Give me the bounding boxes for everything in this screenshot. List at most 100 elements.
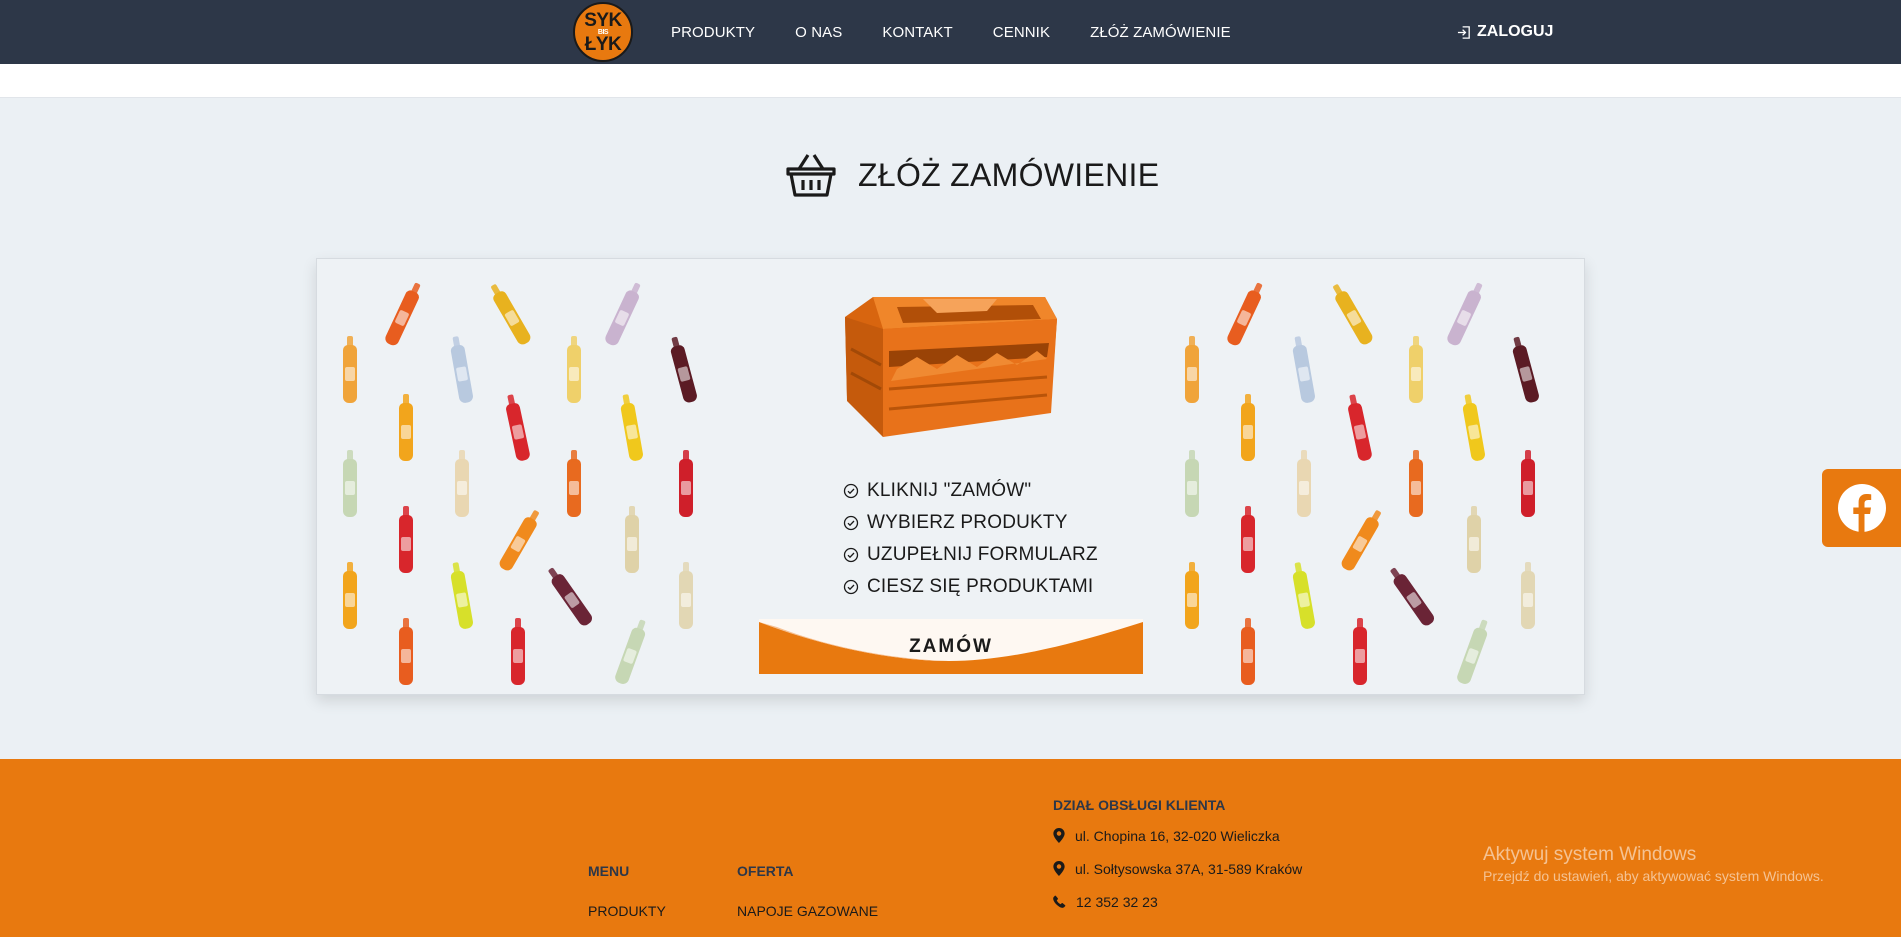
footer-link-produkty[interactable]: PRODUKTY (588, 903, 666, 919)
bottle-image (1225, 288, 1263, 348)
login-label: ZALOGUJ (1477, 23, 1554, 40)
bottle-image (1241, 618, 1255, 685)
bottle-image (1339, 515, 1381, 573)
nav-link-kontakt[interactable]: KONTAKT (882, 24, 952, 41)
watermark-line-1: Aktywuj system Windows (1483, 844, 1697, 865)
order-steps-list: KLIKNIJ "ZAMÓW" WYBIERZ PRODUKTY UZUPEŁN… (843, 475, 1098, 603)
bottle-image (1185, 336, 1199, 403)
bottle-image (343, 336, 357, 403)
bottle-image (1521, 450, 1535, 517)
logo-text-top: SYK (584, 9, 622, 31)
bottle-image (1297, 450, 1311, 517)
map-pin-icon (1053, 828, 1065, 843)
bottle-image (1409, 450, 1423, 517)
bottle-image (1462, 402, 1486, 462)
watermark-line-2: Przejdź do ustawień, aby aktywować syste… (1483, 868, 1824, 884)
list-item: UZUPEŁNIJ FORMULARZ (843, 539, 1098, 571)
bottle-image (399, 506, 413, 573)
bottle-image (613, 626, 647, 686)
bottle-image (1292, 570, 1316, 630)
nav-link-cennik[interactable]: CENNIK (993, 24, 1050, 41)
bottle-image (1241, 394, 1255, 461)
check-circle-icon (843, 515, 859, 531)
bottle-image (603, 288, 641, 348)
login-button[interactable]: ZALOGUJ (1457, 0, 1553, 64)
footer-contact-column: DZIAŁ OBSŁUGI KLIENTA ul. Chopina 16, 32… (1053, 797, 1302, 918)
bottle-image (1185, 450, 1199, 517)
bottle-image (1391, 572, 1437, 628)
bottle-image (620, 402, 644, 462)
nav-link-o-nas[interactable]: O NAS (795, 24, 842, 41)
check-circle-icon (843, 483, 859, 499)
bottles-pattern-left (335, 279, 725, 686)
bottle-image (1445, 288, 1483, 348)
bottle-image (450, 344, 474, 404)
order-button-label: ZAMÓW (909, 635, 993, 657)
bottle-image (1511, 344, 1541, 404)
bottle-image (497, 515, 539, 573)
nav-link-zloz-zamowienie[interactable]: ZŁÓŻ ZAMÓWIENIE (1090, 24, 1231, 41)
bottle-image (505, 402, 531, 462)
bottle-image (625, 506, 639, 573)
bottle-image (343, 562, 357, 629)
contact-address-1: ul. Chopina 16, 32-020 Wieliczka (1053, 819, 1302, 852)
list-item: WYBIERZ PRODUKTY (843, 507, 1098, 539)
step-label: WYBIERZ PRODUKTY (867, 512, 1068, 533)
bottle-image (1333, 289, 1375, 347)
footer-link-napoje-gazowane[interactable]: NAPOJE GAZOWANE (737, 903, 878, 919)
top-navbar: SYK BIS ŁYK PRODUKTY O NAS KONTAKT CENNI… (0, 0, 1901, 64)
bottle-image (567, 450, 581, 517)
phone-icon (1053, 895, 1066, 908)
bottle-image (679, 562, 693, 629)
contact-address-2: ul. Sołtysowska 37A, 31-589 Kraków (1053, 852, 1302, 885)
order-button[interactable]: ZAMÓW (759, 619, 1143, 674)
bottle-image (1455, 626, 1489, 686)
bottle-image (549, 572, 595, 628)
bottle-image (491, 289, 533, 347)
nav-links: PRODUKTY O NAS KONTAKT CENNIK ZŁÓŻ ZAMÓW… (671, 0, 1271, 64)
check-circle-icon (843, 547, 859, 563)
bottle-image (399, 394, 413, 461)
basket-icon (786, 154, 836, 197)
order-card: KLIKNIJ "ZAMÓW" WYBIERZ PRODUKTY UZUPEŁN… (316, 258, 1585, 695)
bottle-image (1521, 562, 1535, 629)
bottle-image (450, 570, 474, 630)
logo-text-bottom: ŁYK (584, 33, 622, 55)
bottle-image (1185, 562, 1199, 629)
bottle-image (343, 450, 357, 517)
footer-offer-heading: OFERTA (737, 863, 794, 879)
header-strip (0, 64, 1901, 98)
check-circle-icon (843, 579, 859, 595)
bottle-image (669, 344, 699, 404)
address-text: ul. Sołtysowska 37A, 31-589 Kraków (1075, 860, 1303, 877)
bottle-image (1409, 336, 1423, 403)
step-label: UZUPEŁNIJ FORMULARZ (867, 544, 1098, 565)
facebook-button[interactable] (1822, 469, 1901, 547)
bottle-image (679, 450, 693, 517)
list-item: KLIKNIJ "ZAMÓW" (843, 475, 1098, 507)
facebook-icon (1837, 484, 1886, 532)
login-icon (1457, 25, 1470, 39)
bottle-image (383, 288, 421, 348)
bottle-image (1241, 506, 1255, 573)
nav-link-produkty[interactable]: PRODUKTY (671, 24, 755, 41)
step-label: KLIKNIJ "ZAMÓW" (867, 480, 1032, 501)
windows-activation-watermark: Aktywuj system Windows Przejdź do ustawi… (1483, 844, 1824, 884)
page-title: ZŁÓŻ ZAMÓWIENIE (858, 156, 1160, 193)
order-section-title: ZŁÓŻ ZAMÓWIENIE (786, 152, 1159, 198)
footer-offer-column: OFERTA NAPOJE GAZOWANE (737, 863, 878, 919)
brand-logo[interactable]: SYK BIS ŁYK (573, 2, 633, 62)
footer-menu-column: MENU PRODUKTY (588, 863, 666, 919)
bottle-image (455, 450, 469, 517)
address-text: ul. Chopina 16, 32-020 Wieliczka (1075, 827, 1280, 844)
bottle-image (567, 336, 581, 403)
phone-number: 12 352 32 23 (1076, 893, 1158, 910)
list-item: CIESZ SIĘ PRODUKTAMI (843, 571, 1098, 603)
contact-phone[interactable]: 12 352 32 23 (1053, 885, 1302, 918)
bottles-pattern-right (1177, 279, 1567, 686)
bottle-image (399, 618, 413, 685)
bottle-image (1467, 506, 1481, 573)
footer-contact-heading: DZIAŁ OBSŁUGI KLIENTA (1053, 797, 1226, 813)
bottle-image (1353, 618, 1367, 685)
map-pin-icon (1053, 861, 1065, 876)
